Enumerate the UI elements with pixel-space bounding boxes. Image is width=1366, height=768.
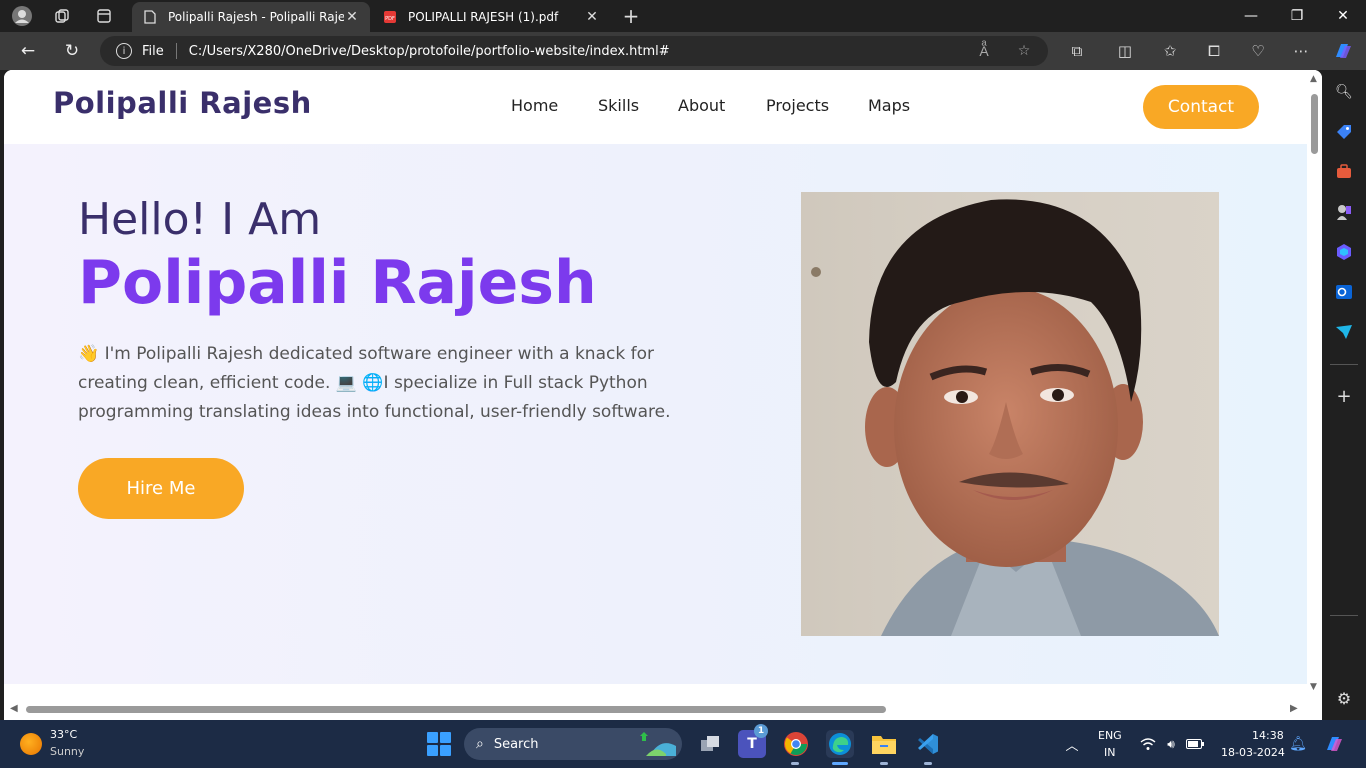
teams-icon[interactable]: T 1 xyxy=(738,724,768,758)
collections-icon[interactable]: ⧠ xyxy=(1202,39,1226,63)
shopping-tag-icon[interactable] xyxy=(1334,122,1354,142)
nav-maps[interactable]: Maps xyxy=(868,96,910,115)
copilot-preview-icon[interactable] xyxy=(1322,720,1346,768)
copilot-icon[interactable] xyxy=(1331,39,1355,63)
region-indicator[interactable]: IN xyxy=(1104,746,1115,759)
more-menu-icon[interactable]: ⋯ xyxy=(1289,39,1313,63)
info-icon[interactable]: i xyxy=(116,43,132,59)
volume-icon[interactable]: 🔊︎ xyxy=(1161,720,1181,768)
scrollbar-thumb[interactable] xyxy=(1311,94,1318,154)
workspaces-icon[interactable] xyxy=(50,4,74,28)
site-logo[interactable]: Polipalli Rajesh xyxy=(53,86,312,120)
search-icon: ⌕ xyxy=(476,736,484,752)
hero-description: 👋 I'm Polipalli Rajesh dedicated softwar… xyxy=(78,344,671,422)
tab-title: Polipalli Rajesh - Polipalli Rajesh xyxy=(168,10,344,24)
teams-badge: 1 xyxy=(754,724,768,738)
language-indicator[interactable]: ENG xyxy=(1098,729,1122,742)
nav-home[interactable]: Home xyxy=(511,96,558,115)
sidebar-divider xyxy=(1330,615,1358,616)
performance-icon[interactable]: ♡ xyxy=(1246,39,1270,63)
browser-toolbar: ← ↻ i File C:/Users/X280/OneDrive/Deskto… xyxy=(0,32,1366,70)
favorite-star-icon[interactable]: ☆ xyxy=(1012,36,1036,66)
wifi-icon[interactable] xyxy=(1138,720,1158,768)
close-tab-icon[interactable]: ✕ xyxy=(344,9,360,25)
close-window-icon[interactable]: ✕ xyxy=(1320,0,1366,32)
show-hidden-icons-chevron-icon[interactable]: ︿ xyxy=(1062,720,1082,768)
weather-temperature[interactable]: 33°C xyxy=(50,728,77,741)
hero-name: Polipalli Rajesh xyxy=(78,248,597,318)
running-indicator xyxy=(924,762,932,765)
active-indicator xyxy=(832,762,848,765)
site-header: Polipalli Rajesh Home Skills About Proje… xyxy=(4,70,1307,144)
scroll-left-arrow-icon[interactable]: ◀ xyxy=(10,703,18,714)
page-icon xyxy=(142,9,158,25)
tools-briefcase-icon[interactable] xyxy=(1334,162,1354,182)
scroll-down-arrow-icon[interactable]: ▼ xyxy=(1310,682,1317,692)
hero-greeting: Hello! I Am xyxy=(78,194,322,245)
notification-bell-icon[interactable]: 🔔︎ xyxy=(1288,720,1308,768)
refresh-icon[interactable]: ↻ xyxy=(58,37,86,65)
outlook-icon[interactable] xyxy=(1334,282,1354,302)
page-viewport: Polipalli Rajesh Home Skills About Proje… xyxy=(4,70,1322,720)
games-icon[interactable] xyxy=(1334,202,1354,222)
restore-icon[interactable]: ❐ xyxy=(1274,0,1320,32)
file-explorer-icon[interactable] xyxy=(870,730,898,758)
read-aloud-icon[interactable]: Aͣ xyxy=(972,36,996,66)
url-text[interactable]: C:/Users/X280/OneDrive/Desktop/protofoil… xyxy=(189,44,670,59)
running-indicator xyxy=(880,762,888,765)
split-screen-icon[interactable]: ◫ xyxy=(1113,39,1137,63)
nav-about[interactable]: About xyxy=(678,96,725,115)
horizontal-scrollbar[interactable]: ◀ ▶ xyxy=(4,700,1307,720)
svg-text:PDF: PDF xyxy=(385,16,395,22)
back-icon[interactable]: ← xyxy=(14,37,42,65)
sidebar-divider xyxy=(1330,364,1358,365)
close-tab-icon[interactable]: ✕ xyxy=(584,9,600,25)
contact-button[interactable]: Contact xyxy=(1143,85,1259,129)
taskbar-search[interactable]: ⌕ Search xyxy=(464,728,682,760)
battery-icon[interactable] xyxy=(1185,720,1205,768)
sun-weather-icon[interactable] xyxy=(20,733,42,755)
clock-time[interactable]: 14:38 xyxy=(1252,729,1284,742)
windows-taskbar: 33°C Sunny ⌕ Search T 1 ︿ ENG IN 🔊︎ 14:3… xyxy=(0,720,1366,768)
settings-gear-icon[interactable]: ⚙ xyxy=(1334,688,1354,708)
add-icon[interactable]: + xyxy=(1334,386,1354,407)
vscode-icon[interactable] xyxy=(914,730,942,758)
edge-sidebar: 🔍︎ + ⚙ xyxy=(1322,70,1366,720)
tab-pdf[interactable]: PDF POLIPALLI RAJESH (1).pdf ✕ xyxy=(372,2,610,32)
minimize-icon[interactable]: — xyxy=(1228,0,1274,32)
windows-start-icon[interactable] xyxy=(427,732,451,756)
divider xyxy=(175,43,177,59)
new-tab-icon[interactable]: + xyxy=(619,4,643,28)
hire-me-button[interactable]: Hire Me xyxy=(78,458,244,519)
search-label: Search xyxy=(493,736,539,752)
address-bar[interactable]: i File C:/Users/X280/OneDrive/Desktop/pr… xyxy=(100,36,1048,66)
vertical-scrollbar[interactable]: ▲ ▼ xyxy=(1307,70,1322,700)
favorites-icon[interactable]: ✩ xyxy=(1158,39,1182,63)
scroll-up-arrow-icon[interactable]: ▲ xyxy=(1310,74,1317,84)
clock-date[interactable]: 18-03-2024 xyxy=(1221,746,1285,759)
scrollbar-thumb[interactable] xyxy=(26,706,886,713)
tab-portfolio[interactable]: Polipalli Rajesh - Polipalli Rajesh ✕ xyxy=(132,2,370,32)
tab-actions-icon[interactable] xyxy=(92,4,116,28)
weather-condition[interactable]: Sunny xyxy=(50,745,84,758)
browser-tab-strip: Polipalli Rajesh - Polipalli Rajesh ✕ PD… xyxy=(0,0,1366,32)
tab-title: POLIPALLI RAJESH (1).pdf xyxy=(408,10,559,24)
running-indicator xyxy=(791,762,799,765)
chrome-icon[interactable] xyxy=(782,730,810,758)
hero-section: Hello! I Am Polipalli Rajesh 👋 I'm Polip… xyxy=(4,144,1307,684)
profile-avatar-icon[interactable] xyxy=(10,4,34,28)
pdf-icon: PDF xyxy=(382,9,398,25)
search-icon[interactable]: 🔍︎ xyxy=(1334,82,1354,102)
drop-send-icon[interactable] xyxy=(1334,322,1354,342)
task-view-icon[interactable] xyxy=(696,730,724,758)
extensions-icon[interactable]: ⧉ xyxy=(1065,39,1089,63)
nav-projects[interactable]: Projects xyxy=(766,96,829,115)
search-highlight-icon xyxy=(632,732,676,760)
nav-skills[interactable]: Skills xyxy=(598,96,639,115)
edge-icon[interactable] xyxy=(826,730,854,758)
microsoft-365-icon[interactable] xyxy=(1334,242,1354,262)
scheme-label: File xyxy=(142,43,164,59)
scroll-right-arrow-icon[interactable]: ▶ xyxy=(1290,703,1298,714)
profile-photo xyxy=(801,192,1219,636)
